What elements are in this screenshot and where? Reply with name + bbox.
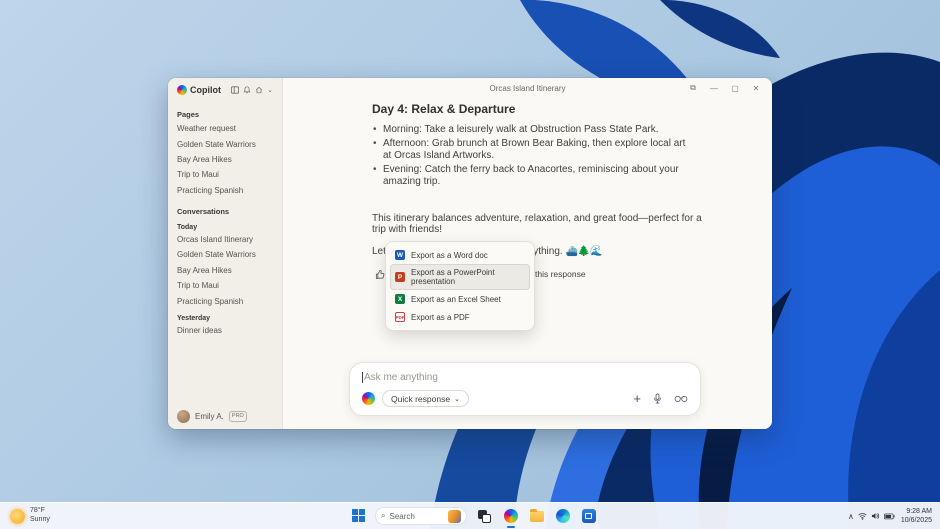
sidebar-toggle-icon[interactable] <box>231 86 240 94</box>
folder-icon <box>529 508 544 522</box>
sun-icon <box>10 508 25 524</box>
sidebar-item-dinner-ideas[interactable]: Dinner ideas <box>177 323 273 338</box>
close-button[interactable]: ✕ <box>749 84 763 93</box>
sidebar-item-practicing-spanish[interactable]: Practicing Spanish <box>177 293 273 308</box>
sidebar-item-practicing-spanish-page[interactable]: Practicing Spanish <box>177 183 273 198</box>
main-pane: Orcas Island Itinerary ⧉ — ▢ ✕ Day 4: Re… <box>283 78 772 429</box>
sidebar-item-bay-area-hikes[interactable]: Bay Area Hikes <box>177 263 273 278</box>
notifications-bell-icon[interactable] <box>243 86 251 94</box>
copilot-logo-icon <box>177 85 187 95</box>
export-word-label: Export as a Word doc <box>411 250 488 260</box>
yesterday-group-label: Yesterday <box>177 314 211 322</box>
powerpoint-icon: P <box>395 272 405 282</box>
sidebar: Copilot ⌄ Pages Weather request Golden S… <box>168 78 283 429</box>
chevron-down-icon[interactable]: ⌄ <box>267 86 273 94</box>
bullet-morning: Morning: Take a leisurely walk at Obstru… <box>372 124 688 136</box>
user-avatar <box>177 410 190 423</box>
response-mode-dropdown[interactable]: Quick response ⌄ <box>382 390 469 407</box>
chat-input-placeholder: Ask me anything <box>364 372 438 383</box>
taskbar-clock[interactable]: 9:28 AM 10/6/2025 <box>901 507 932 525</box>
text-caret <box>362 372 363 383</box>
chat-input[interactable]: Ask me anything <box>362 372 688 383</box>
store-icon <box>581 509 596 523</box>
start-button[interactable] <box>352 509 366 523</box>
search-icon: ⌕ <box>381 511 386 520</box>
file-explorer-button[interactable] <box>528 508 545 525</box>
sidebar-item-trip-to-maui[interactable]: Trip to Maui <box>177 278 273 293</box>
bullet-afternoon: Afternoon: Grab brunch at Brown Bear Bak… <box>372 138 688 162</box>
export-powerpoint-label: Export as a PowerPoint presentation <box>411 268 495 286</box>
weather-widget[interactable]: 78°F Sunny <box>10 507 170 525</box>
weather-condition: Sunny <box>30 516 50 523</box>
add-attachment-button[interactable]: + <box>633 392 641 405</box>
search-highlight-icon <box>448 509 461 523</box>
edge-browser-button[interactable] <box>554 508 571 525</box>
day4-heading: Day 4: Relax & Departure <box>372 102 516 116</box>
sidebar-item-orcas-island-itinerary[interactable]: Orcas Island Itinerary <box>177 232 273 247</box>
active-app-indicator <box>506 525 515 528</box>
microphone-button[interactable] <box>652 393 663 404</box>
export-excel-label: Export as an Excel Sheet <box>411 294 501 304</box>
minimize-button[interactable]: — <box>707 84 721 93</box>
today-group-label: Today <box>177 223 198 231</box>
export-menu: W Export as a Word doc P Export as a Pow… <box>385 241 535 331</box>
sidebar-item-golden-state-warriors[interactable]: Golden State Warriors <box>177 247 273 262</box>
store-app-button[interactable] <box>580 508 597 525</box>
popout-icon[interactable]: ⧉ <box>686 83 700 93</box>
clock-time: 9:28 AM <box>906 507 932 515</box>
wifi-icon[interactable] <box>858 512 867 520</box>
app-name: Copilot <box>190 85 221 95</box>
clock-date: 10/6/2025 <box>900 517 932 524</box>
export-word-item[interactable]: W Export as a Word doc <box>390 246 530 264</box>
volume-icon[interactable] <box>871 512 880 520</box>
weather-temp: 78°F <box>30 507 45 515</box>
sidebar-item-golden-state-warriors-page[interactable]: Golden State Warriors <box>177 136 273 151</box>
export-pdf-item[interactable]: PDF Export as a PDF <box>390 308 530 326</box>
edge-icon <box>555 509 570 523</box>
user-account[interactable]: Emily A. PRO <box>177 404 273 423</box>
search-label: Search <box>389 511 415 521</box>
home-icon[interactable] <box>255 86 263 94</box>
copilot-taskbar-button[interactable] <box>502 508 519 528</box>
pro-badge: PRO <box>228 411 247 422</box>
mode-chevron-icon: ⌄ <box>454 395 460 403</box>
copilot-window: Copilot ⌄ Pages Weather request Golden S… <box>168 78 772 429</box>
titlebar: Orcas Island Itinerary ⧉ — ▢ ✕ <box>283 78 772 98</box>
excel-icon: X <box>395 294 405 304</box>
sidebar-item-bay-area-hikes-page[interactable]: Bay Area Hikes <box>177 152 273 167</box>
bullet-evening: Evening: Catch the ferry back to Anacort… <box>372 164 688 188</box>
sidebar-item-weather-request[interactable]: Weather request <box>177 121 273 136</box>
export-pdf-label: Export as a PDF <box>411 312 470 322</box>
summary-text: This itinerary balances adventure, relax… <box>372 212 702 235</box>
maximize-button[interactable]: ▢ <box>728 84 742 93</box>
conversations-section-label: Conversations <box>177 206 230 216</box>
copilot-vision-button[interactable] <box>674 393 688 404</box>
tray-chevron-icon[interactable]: ∧ <box>848 512 854 521</box>
copilot-composer-logo-icon <box>362 392 375 405</box>
export-powerpoint-item[interactable]: P Export as a PowerPoint presentation <box>390 264 530 290</box>
pdf-icon: PDF <box>395 312 405 322</box>
user-name: Emily A. <box>195 412 224 421</box>
response-mode-label: Quick response <box>391 393 451 404</box>
word-icon: W <box>395 250 405 260</box>
export-excel-item[interactable]: X Export as an Excel Sheet <box>390 290 530 308</box>
task-view-button[interactable] <box>476 508 493 525</box>
pages-section-label: Pages <box>177 110 200 119</box>
taskbar-search[interactable]: ⌕ Search <box>375 507 467 525</box>
copilot-taskbar-icon <box>503 509 518 523</box>
taskbar: 78°F Sunny ⌕ Search ∧ 9:28 AM 10/6/2025 <box>0 502 940 529</box>
itinerary-bullets: Morning: Take a leisurely walk at Obstru… <box>372 124 688 188</box>
battery-icon[interactable] <box>883 513 895 520</box>
sidebar-item-trip-to-maui-page[interactable]: Trip to Maui <box>177 167 273 182</box>
chat-composer: Ask me anything Quick response ⌄ + <box>349 362 701 416</box>
